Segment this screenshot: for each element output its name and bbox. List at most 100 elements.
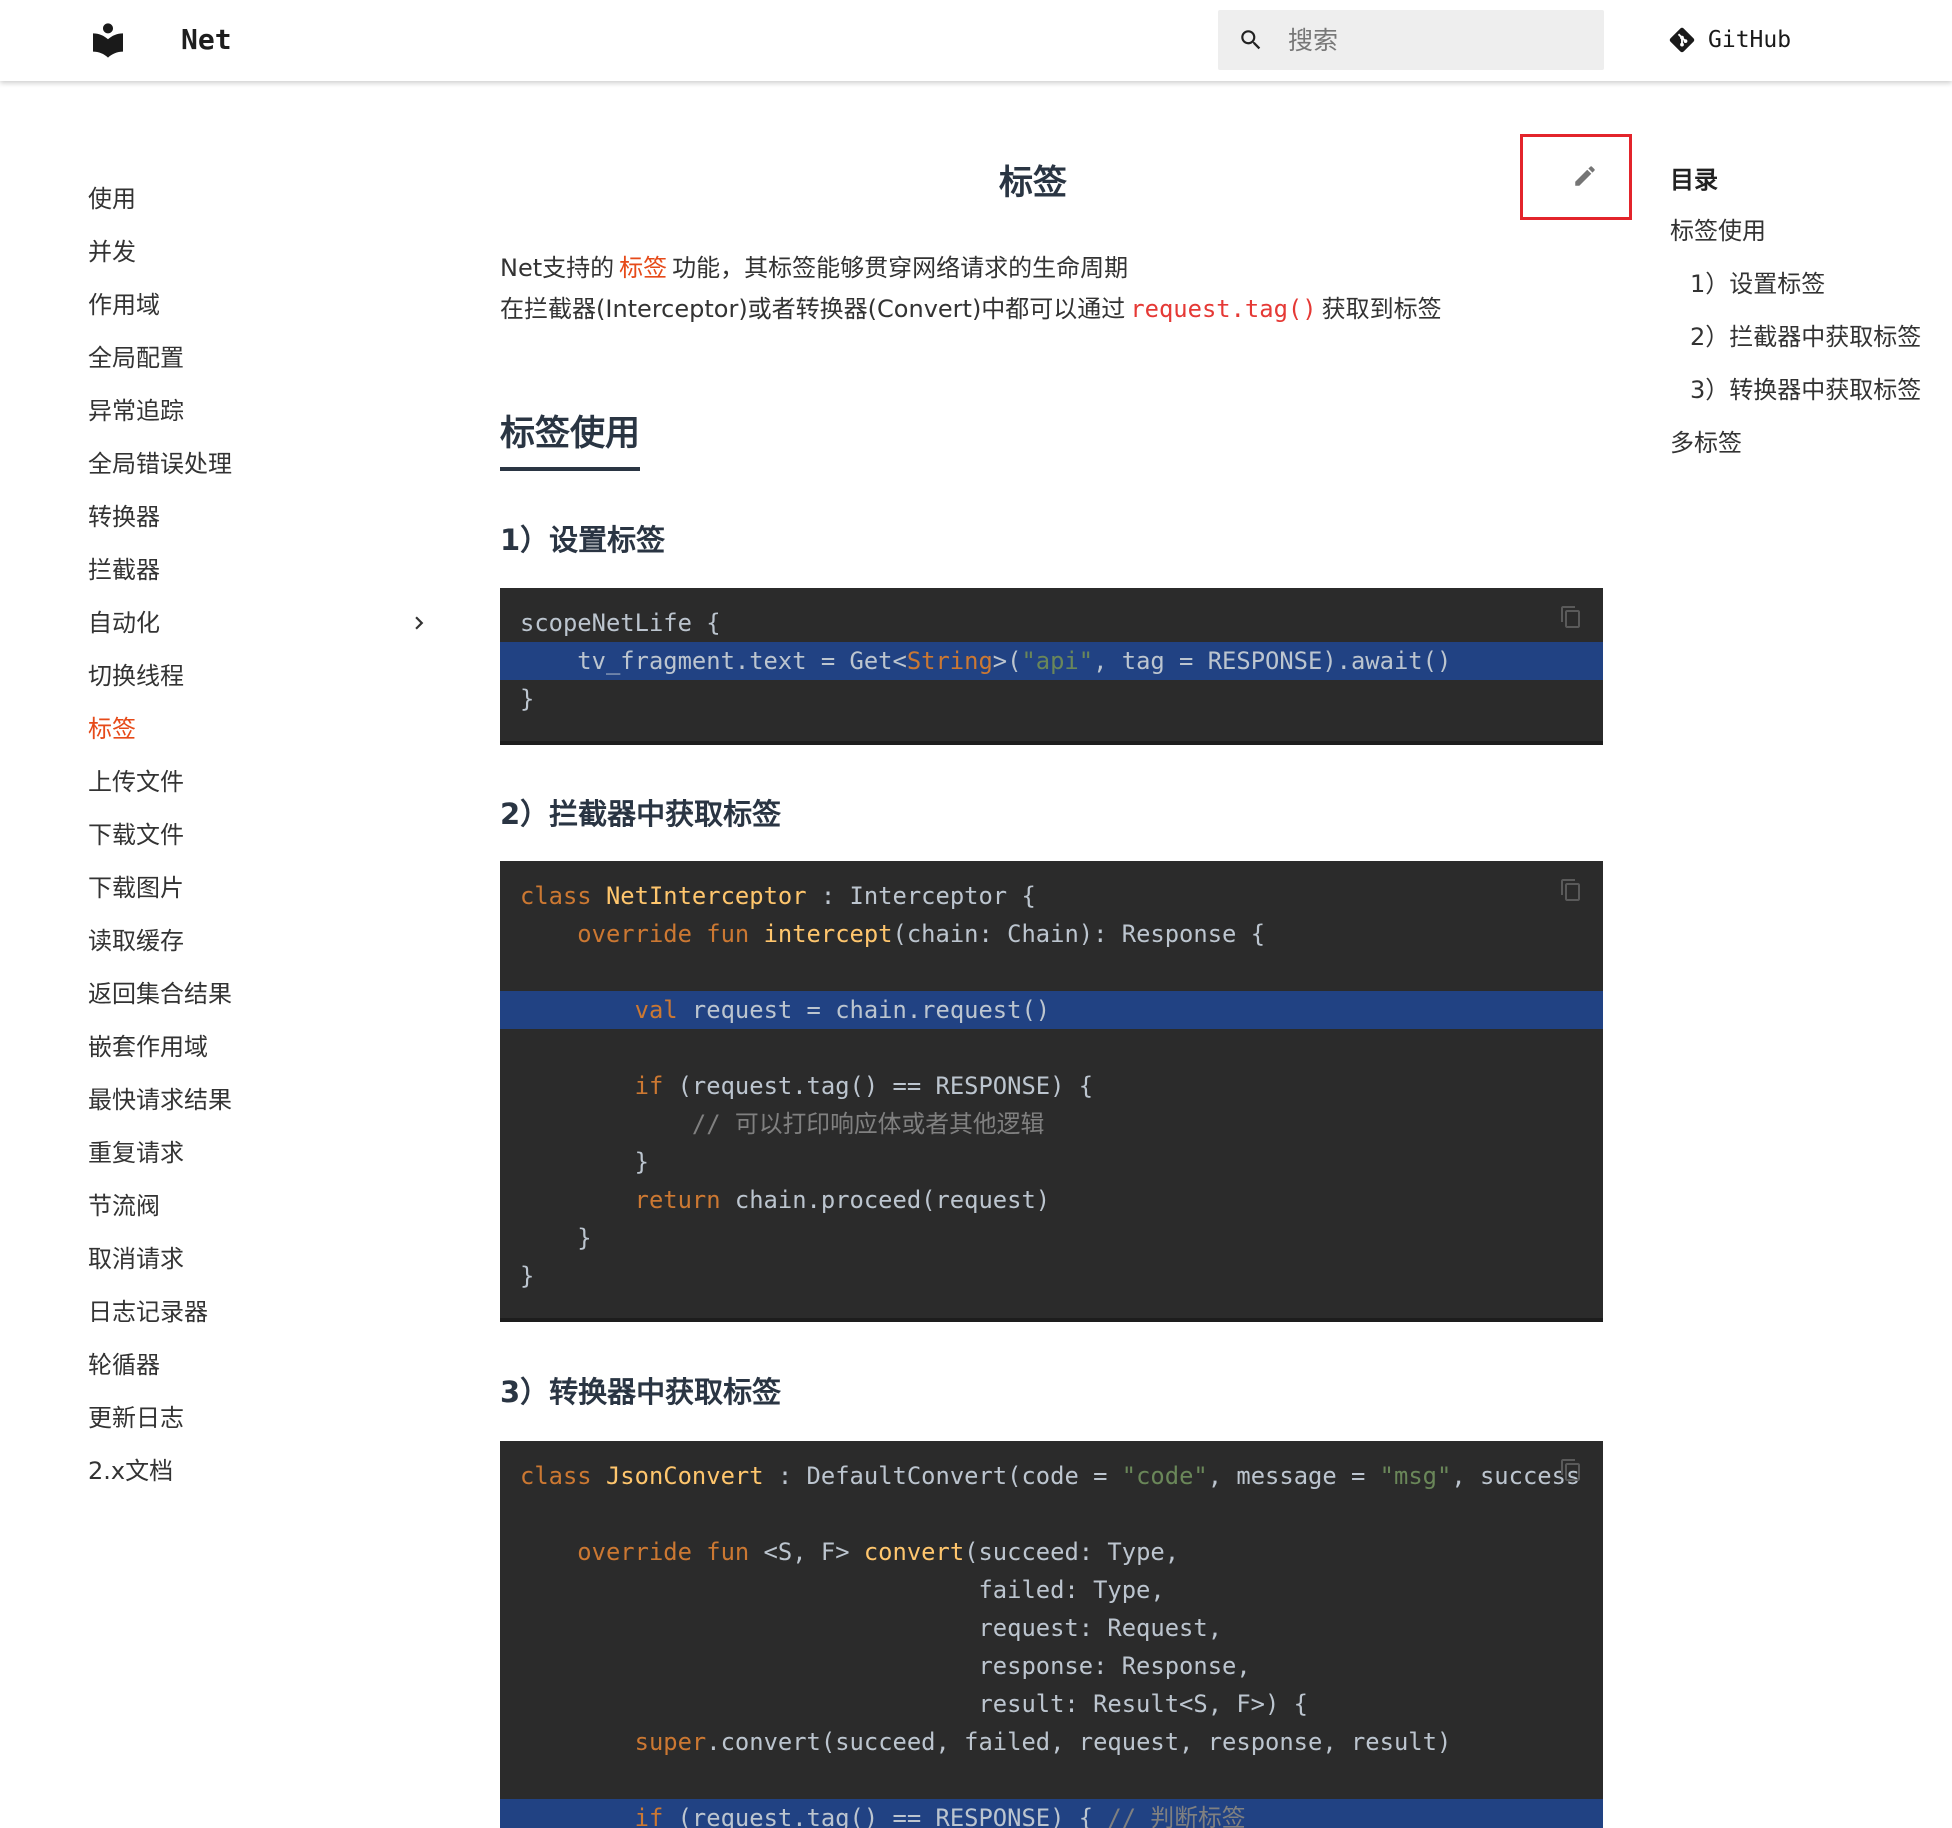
toc-list: 标签使用 1）设置标签 2）拦截器中获取标签 3）转换器中获取标签 多标签: [1670, 205, 1940, 470]
code-token: , message =: [1207, 1462, 1380, 1490]
sidebar-item-label: 嵌套作用域: [88, 1033, 208, 1061]
search-box[interactable]: [1218, 10, 1604, 70]
code-token: convert: [863, 1538, 965, 1566]
subsection-heading: 2）拦截器中获取标签: [500, 797, 782, 831]
sidebar-item[interactable]: 下载文件: [88, 809, 432, 862]
sidebar-item[interactable]: 下载图片: [88, 862, 432, 915]
sidebar-item[interactable]: 返回集合结果: [88, 968, 432, 1021]
sidebar-item-label: 使用: [88, 185, 136, 213]
intro-text: 功能，其标签能够贯穿网络请求的生命周期: [672, 254, 1129, 282]
sidebar-item[interactable]: 节流阀: [88, 1180, 432, 1233]
github-label: GitHub: [1708, 27, 1792, 53]
code-token: scopeNetLife {: [520, 609, 721, 637]
sidebar-item-label: 节流阀: [88, 1192, 160, 1220]
sidebar-item-active[interactable]: 标签: [88, 703, 432, 756]
section-heading: 标签使用: [500, 413, 641, 471]
code-line: override fun intercept(chain: Chain): Re…: [500, 915, 1603, 953]
code-line-highlighted: val request = chain.request(): [500, 991, 1603, 1029]
sidebar-item[interactable]: 拦截器: [88, 544, 432, 597]
sidebar-item[interactable]: 自动化: [88, 597, 432, 650]
code-token: "code": [1121, 1462, 1208, 1490]
site-name[interactable]: Net: [181, 20, 232, 60]
code-token: override fun: [520, 920, 750, 948]
search-input[interactable]: [1288, 10, 1588, 70]
sidebar-item[interactable]: 2.x文档: [88, 1445, 432, 1498]
highlight-frame: [1520, 134, 1632, 220]
code-line: }: [500, 1257, 1603, 1295]
code-block[interactable]: class NetInterceptor : Interceptor { ove…: [500, 861, 1603, 1322]
sidebar-item-label: 作用域: [88, 291, 160, 319]
sidebar-item-label: 自动化: [88, 609, 160, 637]
code-line: response: Response,: [500, 1647, 1603, 1685]
sidebar-item-label: 全局错误处理: [88, 450, 232, 478]
code-lines: class JsonConvert : DefaultConvert(code …: [500, 1457, 1603, 1828]
code-token: request = chain.request(): [677, 996, 1051, 1024]
sidebar-item[interactable]: 全局错误处理: [88, 438, 432, 491]
toc-item[interactable]: 多标签: [1670, 417, 1940, 470]
page-title: 标签: [999, 163, 1067, 203]
sidebar-item[interactable]: 使用: [88, 173, 432, 226]
code-token: "msg": [1379, 1462, 1452, 1490]
sidebar-item[interactable]: 最快请求结果: [88, 1074, 432, 1127]
code-block[interactable]: scopeNetLife { tv_fragment.text = Get<St…: [500, 588, 1603, 745]
code-token: if: [520, 1804, 664, 1828]
github-link[interactable]: GitHub: [1668, 20, 1791, 60]
copy-icon[interactable]: [1559, 878, 1583, 902]
code-token: }: [520, 1224, 592, 1252]
sidebar-item-label: 2.x文档: [88, 1457, 174, 1485]
sidebar-item-label: 全局配置: [88, 344, 184, 372]
sidebar-item[interactable]: 异常追踪: [88, 385, 432, 438]
code-block[interactable]: class JsonConvert : DefaultConvert(code …: [500, 1441, 1603, 1828]
code-token: >(: [992, 647, 1022, 675]
sidebar-item[interactable]: 更新日志: [88, 1392, 432, 1445]
code-line: failed: Type,: [500, 1571, 1603, 1609]
code-token: intercept: [763, 920, 893, 948]
sidebar-item[interactable]: 上传文件: [88, 756, 432, 809]
code-token: // 可以打印响应体或者其他逻辑: [520, 1110, 1045, 1138]
sidebar-item[interactable]: 轮循器: [88, 1339, 432, 1392]
sidebar-item[interactable]: 切换线程: [88, 650, 432, 703]
code-line: return chain.proceed(request): [500, 1181, 1603, 1219]
chevron-right-icon[interactable]: [406, 610, 432, 636]
sidebar-item[interactable]: 取消请求: [88, 1233, 432, 1286]
code-token: chain.proceed(request): [720, 1186, 1051, 1214]
toc-item[interactable]: 2）拦截器中获取标签: [1670, 311, 1940, 364]
sidebar-item[interactable]: 全局配置: [88, 332, 432, 385]
sidebar-item-label: 下载图片: [88, 874, 184, 902]
git-icon: [1668, 26, 1696, 54]
sidebar-item-label: 返回集合结果: [88, 980, 232, 1008]
code-line: if (request.tag() == RESPONSE) {: [500, 1067, 1603, 1105]
sidebar-item[interactable]: 读取缓存: [88, 915, 432, 968]
toc-item[interactable]: 标签使用: [1670, 205, 1940, 258]
book-reader-icon[interactable]: [88, 20, 128, 60]
toc-item[interactable]: 1）设置标签: [1670, 258, 1940, 311]
sidebar-item-label: 最快请求结果: [88, 1086, 232, 1114]
sidebar-item[interactable]: 作用域: [88, 279, 432, 332]
code-token: tv_fragment.text = Get<: [520, 647, 907, 675]
sidebar-item[interactable]: 嵌套作用域: [88, 1021, 432, 1074]
tag-link[interactable]: 标签: [619, 254, 667, 282]
edit-icon[interactable]: [1572, 163, 1598, 189]
copy-icon[interactable]: [1559, 605, 1583, 629]
sidebar-item[interactable]: 日志记录器: [88, 1286, 432, 1339]
sidebar-item[interactable]: 重复请求: [88, 1127, 432, 1180]
code-token: response: Response,: [520, 1652, 1251, 1680]
copy-icon[interactable]: [1559, 1458, 1583, 1482]
code-token: // 判断标签: [1107, 1804, 1246, 1828]
code-token: result: Result<S, F>) {: [520, 1690, 1308, 1718]
code-token: (request.tag() == RESPONSE) {: [663, 1072, 1094, 1100]
code-line-highlighted: if (request.tag() == RESPONSE) { // 判断标签: [500, 1799, 1603, 1828]
code-line: super.convert(succeed, failed, request, …: [500, 1723, 1603, 1761]
code-line: // 可以打印响应体或者其他逻辑: [500, 1105, 1603, 1143]
sidebar-item-label: 异常追踪: [88, 397, 184, 425]
sidebar-item[interactable]: 转换器: [88, 491, 432, 544]
sidebar-item-label: 切换线程: [88, 662, 184, 690]
code-token: class: [520, 882, 592, 910]
code-token: request: Request,: [520, 1614, 1223, 1642]
toc-item[interactable]: 3）转换器中获取标签: [1670, 364, 1940, 417]
sidebar-item-label: 读取缓存: [88, 927, 184, 955]
sidebar-item[interactable]: 并发: [88, 226, 432, 279]
sidebar-item-label: 拦截器: [88, 556, 160, 584]
intro-paragraph: Net支持的 标签 功能，其标签能够贯穿网络请求的生命周期 在拦截器(Interce…: [500, 248, 1603, 330]
